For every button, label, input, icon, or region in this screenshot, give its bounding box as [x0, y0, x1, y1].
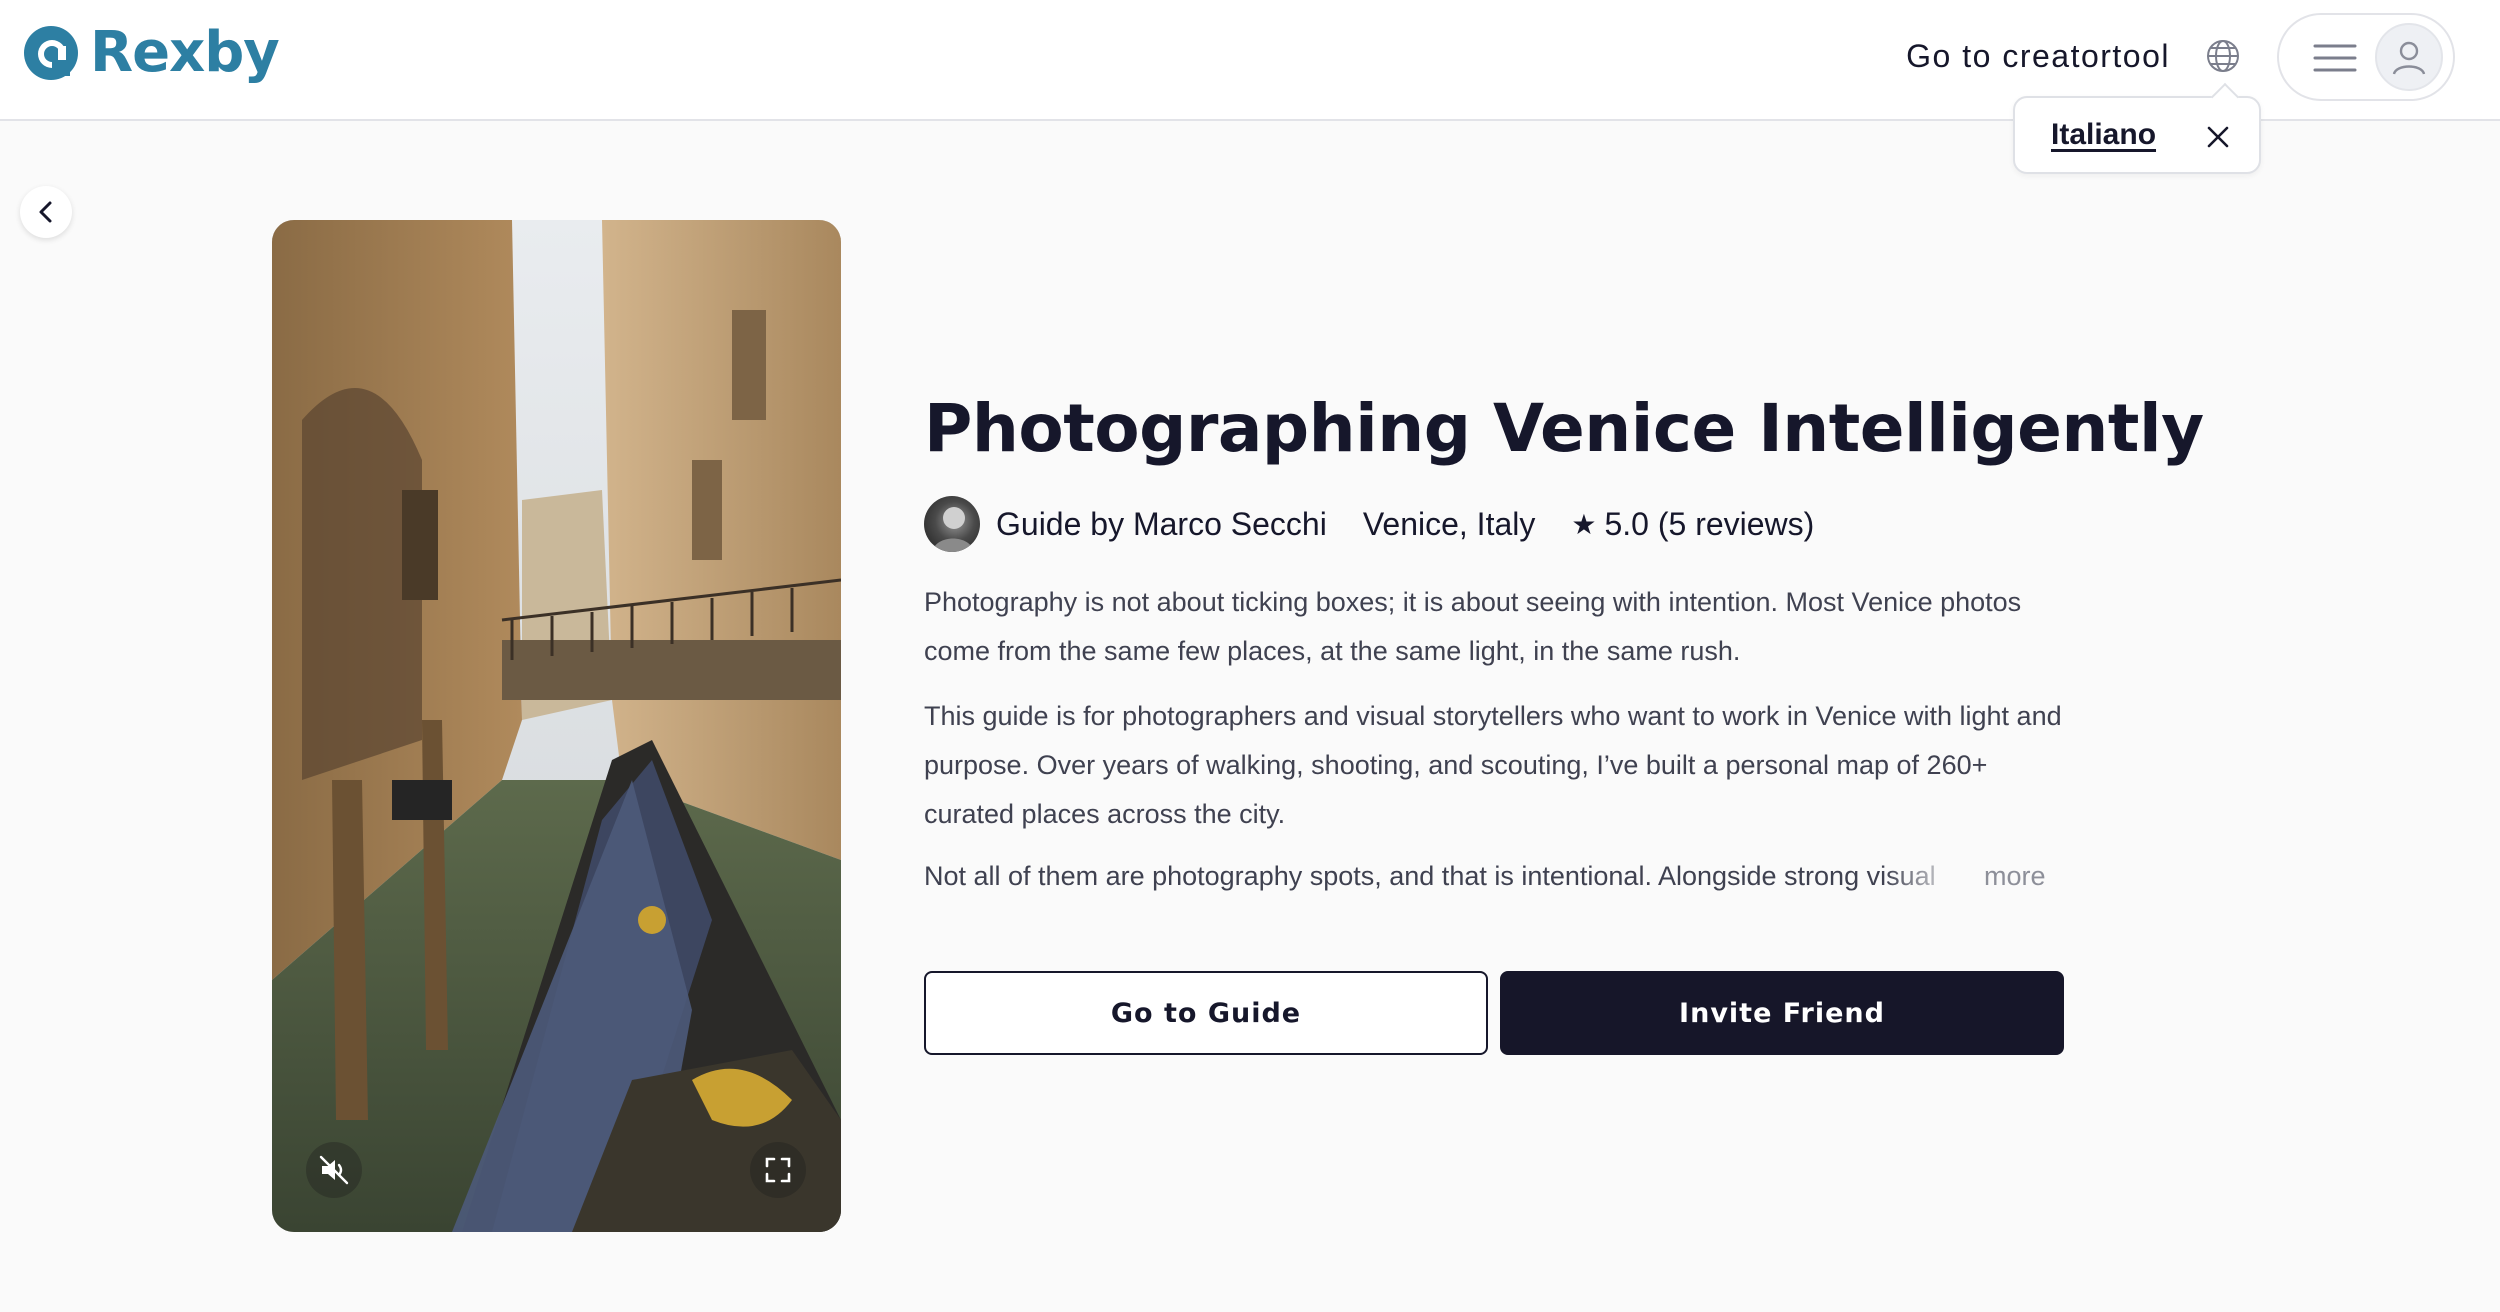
guide-video[interactable]: [272, 220, 841, 1232]
guide-location: Venice, Italy: [1362, 505, 1536, 542]
language-popover: Italiano: [2013, 96, 2261, 174]
globe-icon: [2207, 40, 2239, 72]
rexby-logo[interactable]: Rexby: [22, 20, 280, 85]
rating-value: 5.0 (5 reviews): [1604, 505, 1815, 542]
guide-description-paragraph: Not all of them are photography spots, a…: [924, 861, 1936, 891]
go-to-guide-button[interactable]: Go to Guide: [924, 971, 1488, 1055]
venice-canal-video-frame: [272, 220, 841, 1232]
language-button[interactable]: [2203, 36, 2243, 76]
read-more-link[interactable]: more: [1984, 852, 2046, 901]
account-menu-button[interactable]: [2277, 13, 2455, 101]
text-fade: [1884, 852, 1964, 902]
go-to-creatortool-link[interactable]: Go to creatortool: [1906, 38, 2170, 75]
fullscreen-icon: [765, 1157, 791, 1183]
fullscreen-button[interactable]: [750, 1142, 806, 1198]
brand-name: Rexby: [90, 20, 280, 85]
popover-close-button[interactable]: [2199, 118, 2237, 156]
hamburger-menu-icon: [2313, 44, 2357, 72]
avatar: [2375, 23, 2443, 91]
guide-rating: ★ 5.0 (5 reviews): [1571, 506, 1814, 543]
guide-title: Photographing Venice Intelligently: [924, 390, 2204, 467]
rexby-logo-icon: [24, 26, 78, 80]
language-option-italiano[interactable]: Italiano: [2051, 118, 2156, 152]
guide-description-paragraph: Photography is not about ticking boxes; …: [924, 587, 2022, 666]
guide-description-paragraph: This guide is for photographers and visu…: [924, 701, 2062, 829]
chevron-left-icon: [39, 201, 52, 223]
author-avatar[interactable]: [924, 496, 980, 552]
close-icon: [2207, 126, 2229, 148]
guide-meta: Guide by Marco Secchi Venice, Italy ★ 5.…: [924, 496, 1814, 552]
author-photo-icon: [932, 507, 974, 552]
speaker-muted-icon: [319, 1155, 349, 1185]
invite-friend-button[interactable]: Invite Friend: [1500, 971, 2064, 1055]
star-icon: ★: [1571, 508, 1597, 540]
back-button[interactable]: [20, 186, 72, 238]
user-avatar-icon: [2392, 41, 2426, 75]
guide-author[interactable]: Guide by Marco Secchi: [996, 506, 1327, 543]
mute-button[interactable]: [306, 1142, 362, 1198]
